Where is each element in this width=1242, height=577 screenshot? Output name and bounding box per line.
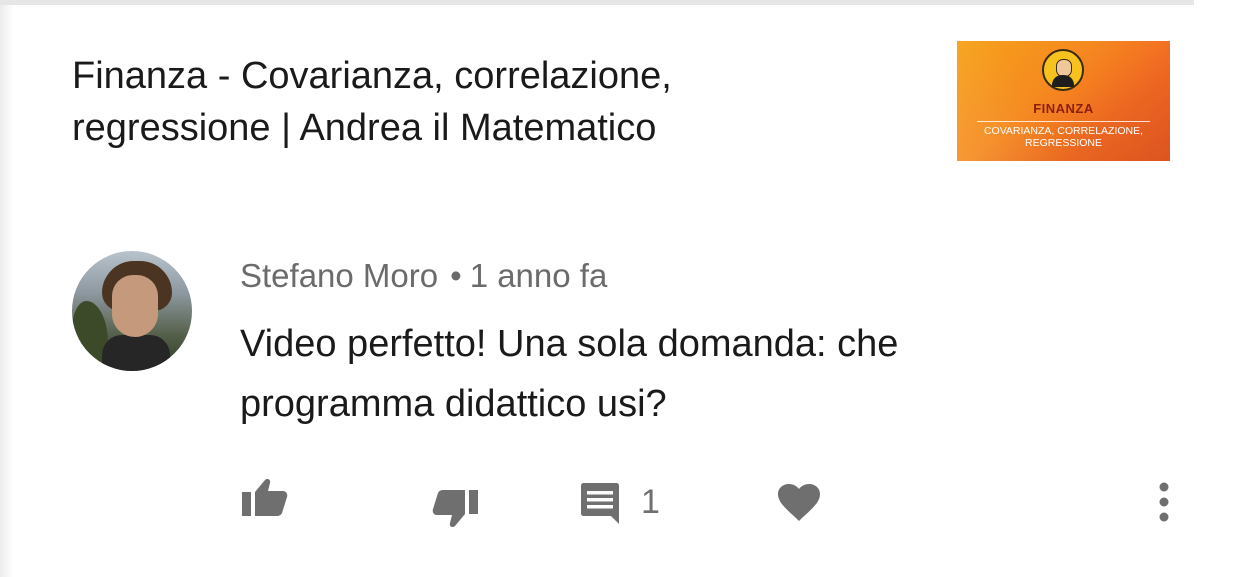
top-divider [0, 0, 1194, 5]
thumbnail-heading: FINANZA [1033, 101, 1094, 116]
video-thumbnail[interactable]: FINANZA COVARIANZA, CORRELAZIONE, REGRES… [957, 41, 1170, 161]
channel-logo-icon [1042, 49, 1084, 91]
left-edge-shadow [0, 0, 14, 577]
thumb-down-icon [432, 490, 478, 527]
comment-meta: Stefano Moro • 1 anno fa [240, 256, 607, 296]
video-title[interactable]: Finanza - Covarianza, correlazione, regr… [72, 50, 832, 154]
more-vert-icon [1159, 482, 1169, 522]
reply-button[interactable] [578, 482, 622, 526]
comment-text: Video perfetto! Una sola domanda: che pr… [240, 323, 899, 425]
thumbnail-divider [977, 121, 1150, 122]
like-button[interactable] [240, 476, 288, 518]
author-name[interactable]: Stefano Moro [240, 257, 438, 294]
thumbnail-subtitle: COVARIANZA, CORRELAZIONE, REGRESSIONE [957, 125, 1170, 149]
comment-page: Finanza - Covarianza, correlazione, regr… [0, 0, 1242, 577]
meta-separator: • [450, 257, 462, 294]
avatar[interactable] [72, 251, 192, 371]
comment-time: 1 anno fa [469, 257, 608, 294]
heart-icon [778, 484, 820, 521]
more-options-button[interactable] [1152, 482, 1176, 522]
comment-icon [581, 483, 619, 524]
reply-count: 1 [641, 483, 660, 521]
thumb-up-icon [242, 479, 288, 516]
dislike-button[interactable] [432, 488, 480, 530]
thumbnail-subtitle-line2: REGRESSIONE [1024, 137, 1103, 149]
heart-button[interactable] [778, 484, 820, 522]
thumbnail-subtitle-line1: COVARIANZA, CORRELAZIONE, [983, 125, 1144, 137]
